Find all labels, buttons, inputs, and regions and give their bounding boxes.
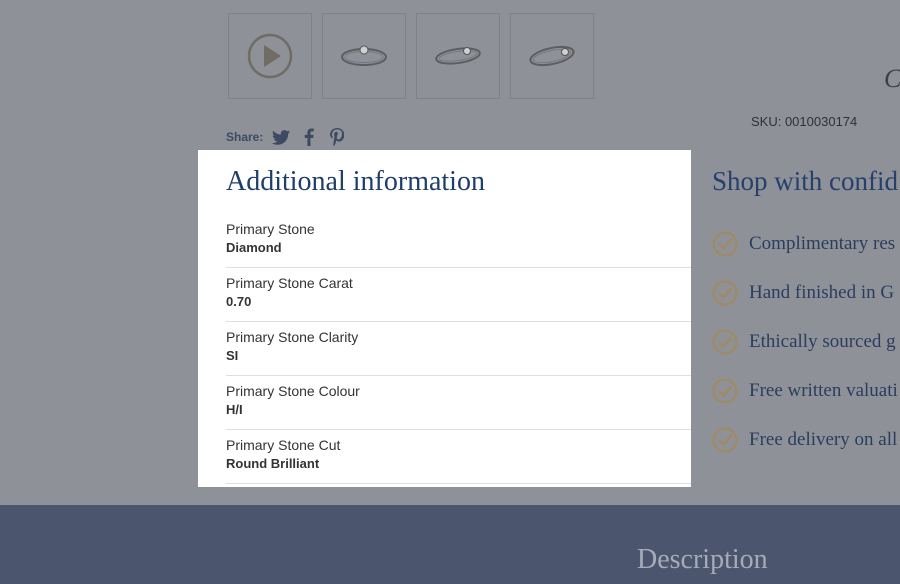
info-row-primary-stone: Primary Stone Diamond xyxy=(226,214,691,268)
ring-thumbnail-1[interactable] xyxy=(322,13,406,99)
info-value: H/I xyxy=(226,402,243,417)
confidence-text: Free delivery on all xyxy=(749,428,898,450)
twitter-icon[interactable] xyxy=(271,127,291,147)
ring-thumbnail-2[interactable] xyxy=(416,13,500,99)
info-label: Primary Stone Cut xyxy=(226,437,341,453)
additional-information-panel: Additional information Primary Stone Dia… xyxy=(198,150,691,487)
confidence-title: Shop with confid xyxy=(712,166,898,196)
panel-title: Additional information xyxy=(226,166,485,197)
share-label: Share: xyxy=(226,130,264,144)
share-bar: Share: xyxy=(226,127,347,147)
confidence-text: Ethically sourced g xyxy=(749,330,896,352)
ring-icon xyxy=(435,47,481,65)
description-section: Description xyxy=(0,505,900,584)
check-circle-icon xyxy=(712,426,738,453)
check-circle-icon xyxy=(712,230,738,257)
description-tab[interactable]: Description xyxy=(637,544,768,576)
brand-logo-fragment: C xyxy=(884,64,900,93)
info-label: Primary Stone Carat xyxy=(226,275,353,291)
info-label: Primary Stone Colour xyxy=(226,383,360,399)
info-row-primary-stone-carat: Primary Stone Carat 0.70 xyxy=(226,268,691,322)
sku-text: SKU: 0010030174 xyxy=(751,114,858,129)
confidence-text: Free written valuati xyxy=(749,379,898,401)
info-value: Diamond xyxy=(226,240,282,255)
facebook-icon[interactable] xyxy=(299,127,319,147)
ring-icon xyxy=(341,45,387,66)
confidence-item: Complimentary res xyxy=(712,219,900,268)
info-row-primary-stone-clarity: Primary Stone Clarity SI xyxy=(226,322,691,376)
check-circle-icon xyxy=(712,377,738,404)
confidence-text: Hand finished in G xyxy=(749,281,895,303)
ring-icon xyxy=(529,45,575,67)
pinterest-icon[interactable] xyxy=(327,127,347,147)
info-row-primary-stone-cut: Primary Stone Cut Round Brilliant xyxy=(226,430,691,484)
confidence-item: Hand finished in G xyxy=(712,268,900,317)
check-circle-icon xyxy=(712,328,738,355)
ring-thumbnail-3[interactable] xyxy=(510,13,594,99)
info-value: SI xyxy=(226,348,239,363)
check-circle-icon xyxy=(712,279,738,306)
info-value: Round Brilliant xyxy=(226,456,320,471)
video-thumbnail[interactable] xyxy=(228,13,312,99)
shop-with-confidence: Shop with confid Complimentary res Hand … xyxy=(712,166,900,464)
confidence-item: Ethically sourced g xyxy=(712,317,900,366)
info-label: Primary Stone Clarity xyxy=(226,329,359,345)
confidence-item: Free delivery on all xyxy=(712,415,900,464)
thumbnail-strip xyxy=(228,13,594,99)
confidence-text: Complimentary res xyxy=(749,232,896,254)
confidence-item: Free written valuati xyxy=(712,366,900,415)
info-value: 0.70 xyxy=(226,294,252,309)
play-icon xyxy=(247,33,293,79)
info-label: Primary Stone xyxy=(226,221,315,237)
info-row-primary-stone-colour: Primary Stone Colour H/I xyxy=(226,376,691,430)
